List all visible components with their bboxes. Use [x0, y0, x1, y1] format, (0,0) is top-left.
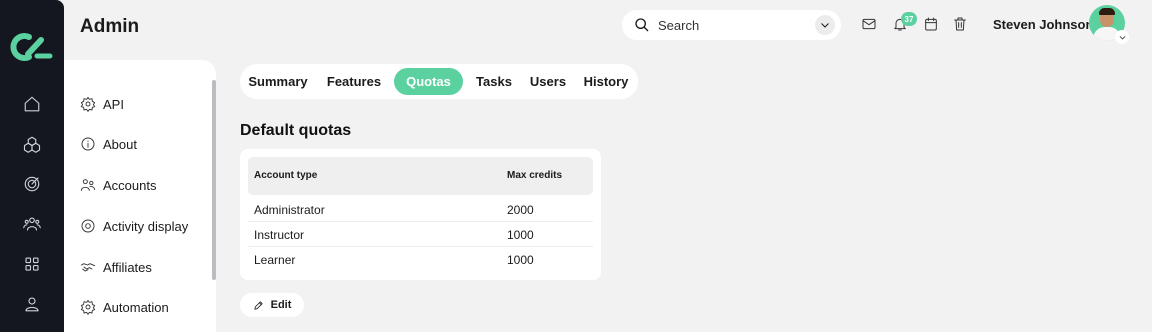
search-dropdown-toggle[interactable] — [815, 15, 835, 35]
table-row: Instructor 1000 — [248, 223, 593, 247]
sidebar-scrollbar[interactable] — [212, 80, 216, 280]
column-header-max-credits: Max credits — [507, 170, 563, 181]
sidebar-item-label: Affiliates — [103, 259, 152, 275]
handshake-icon — [80, 263, 96, 272]
calendar-icon[interactable] — [922, 15, 940, 33]
gear-icon — [80, 96, 96, 112]
quotas-table: Account type Max credits Administrator 2… — [240, 149, 601, 280]
cubes-icon[interactable] — [20, 132, 44, 156]
account-type-cell: Instructor — [254, 228, 305, 242]
tab-quotas[interactable]: Quotas — [394, 68, 463, 95]
column-header-account-type: Account type — [254, 170, 318, 181]
target-icon[interactable] — [20, 172, 44, 196]
users-icon[interactable] — [20, 212, 44, 236]
search-input[interactable] — [658, 17, 808, 33]
user-menu-toggle[interactable] — [1115, 30, 1129, 44]
mail-icon[interactable] — [860, 15, 878, 33]
account-type-cell: Learner — [254, 253, 296, 267]
table-row: Learner 1000 — [248, 248, 593, 272]
notification-badge: 37 — [901, 12, 917, 26]
gear-icon — [80, 299, 96, 315]
info-icon — [81, 137, 95, 151]
section-title: Default quotas — [240, 122, 352, 139]
tab-features[interactable]: Features — [320, 68, 388, 95]
max-credits-cell: 1000 — [507, 228, 534, 242]
sidebar-item-api[interactable]: API — [80, 93, 124, 115]
tab-users[interactable]: Users — [525, 68, 571, 95]
tab-history[interactable]: History — [577, 68, 635, 95]
table-header: Account type Max credits — [248, 157, 593, 195]
home-icon[interactable] — [20, 92, 44, 116]
trash-icon[interactable] — [951, 15, 969, 33]
app-logo[interactable] — [10, 30, 54, 64]
edit-label: Edit — [270, 299, 292, 311]
nav-rail — [0, 0, 64, 332]
max-credits-cell: 1000 — [507, 253, 534, 267]
account-type-cell: Administrator — [254, 203, 325, 217]
sidebar-item-label: Automation — [103, 299, 169, 315]
user-icon[interactable] — [20, 292, 44, 316]
accounts-icon — [80, 179, 96, 191]
search-bar[interactable] — [622, 10, 841, 40]
sidebar-item-affiliates[interactable]: Affiliates — [80, 256, 152, 278]
tab-tasks[interactable]: Tasks — [469, 68, 519, 95]
sidebar-item-label: Accounts — [103, 177, 157, 193]
grid-icon[interactable] — [20, 252, 44, 276]
sidebar-item-accounts[interactable]: Accounts — [80, 174, 156, 196]
tab-summary[interactable]: Summary — [242, 68, 314, 95]
max-credits-cell: 2000 — [507, 203, 534, 217]
page-title: Admin — [80, 16, 140, 37]
settings-sidebar: API About Accounts Activity display Affi… — [64, 60, 216, 332]
edit-button[interactable]: Edit — [240, 293, 304, 317]
sidebar-item-label: API — [103, 96, 124, 112]
tab-bar: Summary Features Quotas Tasks Users Hist… — [240, 64, 638, 99]
table-row: Administrator 2000 — [248, 198, 593, 222]
sidebar-item-label: About — [103, 136, 137, 152]
sidebar-item-label: Activity display — [103, 218, 189, 234]
sidebar-item-about[interactable]: About — [80, 133, 137, 155]
sidebar-item-activity-display[interactable]: Activity display — [80, 215, 188, 237]
activity-icon — [81, 219, 95, 233]
chevron-down-icon — [821, 23, 829, 28]
user-name: Steven Johnson — [993, 17, 1094, 32]
search-icon — [635, 18, 649, 32]
sidebar-item-automation[interactable]: Automation — [80, 296, 169, 318]
chevron-down-icon — [1119, 35, 1125, 40]
pencil-icon — [254, 300, 263, 310]
